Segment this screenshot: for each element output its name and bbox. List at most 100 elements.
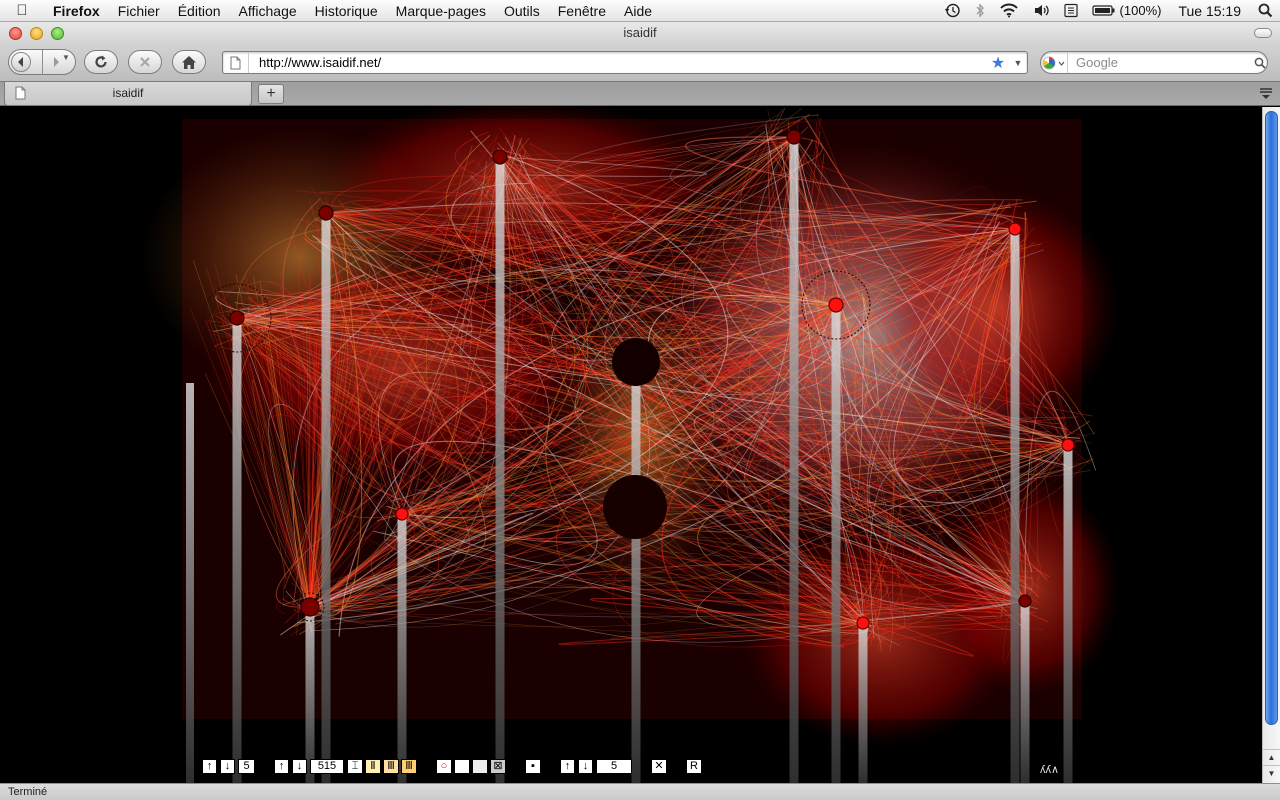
void-circle-bottom [603, 475, 667, 539]
menu-historique[interactable]: Historique [306, 3, 387, 19]
node-bright[interactable] [1061, 438, 1075, 452]
forward-arrow-icon [54, 57, 59, 67]
single-toggle-button[interactable]: ▪ [525, 759, 541, 774]
menu-outils[interactable]: Outils [495, 3, 549, 19]
navigation-toolbar: ▼ http://www.isaidif.net/ ★ ▼ [0, 44, 1280, 81]
group2-option-3[interactable]: Ⅲ [383, 759, 399, 774]
apple-menu-icon[interactable]:  [0, 2, 44, 19]
node-dark[interactable] [300, 597, 320, 617]
divider [42, 50, 43, 74]
node-dark[interactable] [492, 149, 508, 165]
group3-option-4[interactable]: ⊠ [490, 759, 506, 774]
search-icon[interactable] [1252, 57, 1267, 69]
node-dark[interactable] [229, 310, 245, 326]
battery-status[interactable]: (100%) [1085, 3, 1169, 18]
generative-artwork[interactable] [0, 107, 1262, 783]
google-engine-icon[interactable] [1041, 52, 1068, 73]
node-stem [1010, 229, 1020, 783]
url-history-dropdown-icon[interactable]: ▼ [1009, 58, 1027, 68]
home-icon [182, 55, 196, 69]
group3-option-3[interactable] [472, 759, 488, 774]
battery-percent: (100%) [1119, 3, 1162, 18]
address-bar[interactable]: http://www.isaidif.net/ ★ ▼ [222, 51, 1028, 74]
menu-fenetre[interactable]: Fenêtre [549, 3, 615, 19]
wifi-icon[interactable] [992, 3, 1026, 18]
window-minimize-button[interactable] [30, 27, 43, 40]
group2-up-button[interactable]: ↑ [274, 759, 289, 774]
bluetooth-icon[interactable] [968, 3, 992, 18]
time-machine-icon[interactable] [937, 3, 968, 18]
vertical-scrollbar[interactable]: ▲ ▼ [1262, 107, 1280, 783]
node-bright[interactable] [395, 507, 409, 521]
back-button[interactable] [11, 52, 31, 72]
group4-up-button[interactable]: ↑ [560, 759, 575, 774]
search-input[interactable] [1068, 55, 1252, 70]
site-logo[interactable]: ʎʎ∧ [1040, 763, 1066, 777]
group2-option-2[interactable]: Ⅱ [365, 759, 381, 774]
node-stem [1063, 445, 1073, 783]
node-dark[interactable] [318, 205, 334, 221]
reset-button[interactable]: R [686, 759, 702, 774]
node-stem [831, 305, 841, 783]
void-circle-top [612, 338, 660, 386]
tab-list-icon[interactable] [1256, 84, 1276, 104]
menu-app-firefox[interactable]: Firefox [44, 3, 109, 19]
scroll-down-arrow-icon[interactable]: ▼ [1263, 765, 1280, 781]
node-dark[interactable] [786, 129, 802, 145]
menu-clock[interactable]: Tue 15:19 [1168, 3, 1251, 19]
menu-fichier[interactable]: Fichier [109, 3, 169, 19]
clear-button[interactable]: ✕ [651, 759, 667, 774]
menu-bar:  Firefox Fichier Édition Affichage Hist… [0, 0, 1280, 22]
new-tab-button[interactable]: + [258, 84, 284, 104]
page-content: ↑ ↓ 5 ↑ ↓ 515 ⌶ Ⅱ Ⅲ Ⅲ ○ ⊠ ▪ ↑ ↓ 5 ✕ R ʎʎ… [0, 107, 1262, 783]
node-stem [631, 362, 641, 783]
keyboard-input-icon[interactable] [1057, 3, 1085, 18]
stop-button[interactable] [128, 50, 162, 74]
node-bright[interactable] [856, 616, 870, 630]
node-bright[interactable] [828, 297, 844, 313]
node-dark[interactable] [1018, 594, 1032, 608]
node-stem [186, 383, 194, 783]
group3-option-2[interactable] [454, 759, 470, 774]
url-text[interactable]: http://www.isaidif.net/ [249, 55, 987, 70]
menu-aide[interactable]: Aide [615, 3, 661, 19]
scrollbar-thumb[interactable] [1265, 111, 1278, 725]
toolbar-toggle-button[interactable] [1254, 28, 1272, 38]
node-stem [789, 137, 799, 783]
reload-icon [95, 55, 107, 68]
menu-affichage[interactable]: Affichage [230, 3, 306, 19]
spotlight-icon[interactable] [1251, 3, 1280, 18]
group4-value-field[interactable]: 5 [596, 759, 632, 774]
bookmark-star-icon[interactable]: ★ [987, 53, 1009, 73]
history-dropdown-icon[interactable]: ▼ [62, 53, 70, 62]
reload-button[interactable] [84, 50, 118, 74]
status-text: Terminé [8, 786, 48, 798]
group2-down-button[interactable]: ↓ [292, 759, 307, 774]
window-close-button[interactable] [9, 27, 22, 40]
group2-option-1[interactable]: ⌶ [347, 759, 363, 774]
node-stem [1020, 601, 1030, 783]
home-button[interactable] [172, 50, 206, 74]
group2-value-field[interactable]: 515 [310, 759, 344, 774]
volume-icon[interactable] [1026, 3, 1057, 18]
group1-up-button[interactable]: ↑ [202, 759, 217, 774]
group4-down-button[interactable]: ↓ [578, 759, 593, 774]
battery-icon [1091, 5, 1115, 16]
group2-option-4[interactable]: Ⅲ [401, 759, 417, 774]
tab-isaidif[interactable]: isaidif [4, 82, 252, 106]
group1-down-button[interactable]: ↓ [220, 759, 235, 774]
group1-value-field[interactable]: 5 [238, 759, 255, 774]
status-bar: Terminé [0, 783, 1280, 800]
control-strip: ↑ ↓ 5 ↑ ↓ 515 ⌶ Ⅱ Ⅲ Ⅲ ○ ⊠ ▪ ↑ ↓ 5 ✕ R [0, 757, 1262, 777]
tab-strip: isaidif + [0, 81, 1280, 106]
group3-option-1[interactable]: ○ [436, 759, 452, 774]
menu-marque-pages[interactable]: Marque-pages [387, 3, 495, 19]
window-titlebar: isaidif [0, 22, 1280, 44]
tab-label: isaidif [112, 86, 144, 100]
scroll-up-arrow-icon[interactable]: ▲ [1263, 749, 1280, 765]
window-zoom-button[interactable] [51, 27, 64, 40]
node-stem [397, 514, 407, 783]
menu-edition[interactable]: Édition [169, 3, 230, 19]
page-icon[interactable] [223, 52, 249, 73]
node-bright[interactable] [1008, 222, 1022, 236]
